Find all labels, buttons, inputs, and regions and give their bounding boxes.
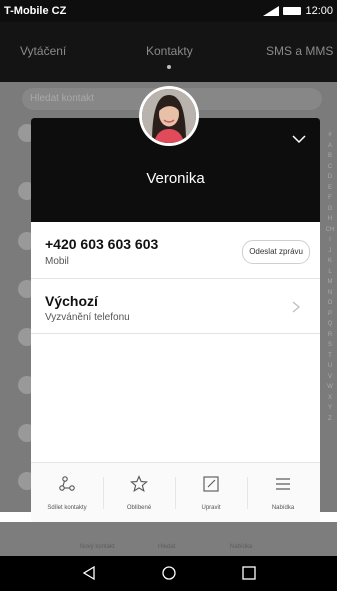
card-action-bar: Sdílet kontakty Oblíbené Upravit Nabídka [31, 462, 320, 522]
clock: 12:00 [305, 5, 333, 17]
alphabet-index-letter[interactable]: F [325, 193, 335, 204]
alphabet-index-letter[interactable]: R [325, 330, 335, 341]
alphabet-index-letter[interactable]: U [325, 361, 335, 372]
new-contact-label: Nový kontakt [80, 544, 115, 550]
alphabet-index[interactable]: # A B C D E F G H CH I J K L M N O P Q R S T U V W X Y Z [325, 130, 335, 424]
menu-icon [276, 478, 290, 490]
tab-bar: Vytáčení Kontakty SMS a MMS [0, 22, 337, 82]
alphabet-index-letter[interactable]: X [325, 393, 335, 404]
menu-label: Nabídka [230, 544, 253, 550]
alphabet-index-letter[interactable]: P [325, 309, 335, 320]
phone-number: +420 603 603 603 [45, 236, 159, 252]
alphabet-index-letter[interactable]: B [325, 151, 335, 162]
phone-row[interactable]: +420 603 603 603 Mobil Odeslat zprávu [31, 222, 320, 279]
search-label: Hledat [158, 544, 176, 550]
alphabet-index-letter[interactable]: CH [325, 225, 335, 236]
share-icon [59, 476, 75, 491]
star-icon [130, 475, 148, 492]
ringtone-title: Výchozí [45, 293, 98, 309]
contact-name: Veronika [146, 170, 205, 187]
alphabet-index-letter[interactable]: I [325, 235, 335, 246]
contact-detail-card: Veronika +420 603 603 603 Mobil Odeslat … [31, 118, 320, 522]
alphabet-index-letter[interactable]: E [325, 183, 335, 194]
tab-messages[interactable]: SMS a MMS [266, 44, 333, 58]
chevron-right-icon [292, 301, 300, 313]
alphabet-index-letter[interactable]: # [325, 130, 335, 141]
share-contacts-button[interactable]: Sdílet kontakty [31, 463, 103, 522]
home-icon[interactable] [160, 564, 178, 582]
contact-photo[interactable] [139, 86, 199, 146]
edit-icon [203, 476, 219, 492]
alphabet-index-letter[interactable]: Q [325, 319, 335, 330]
ringtone-row[interactable]: Výchozí Vyzvánění telefonu [31, 279, 320, 334]
alphabet-index-letter[interactable]: O [325, 298, 335, 309]
battery-icon [283, 7, 302, 15]
favorite-label: Oblíbené [126, 505, 152, 511]
favorite-button[interactable]: Oblíbené [103, 463, 175, 522]
status-bar: T-Mobile CZ 12:00 [0, 0, 337, 22]
menu-label: Nabídka [271, 505, 295, 511]
alphabet-index-letter[interactable]: J [325, 246, 335, 257]
alphabet-index-letter[interactable]: G [325, 204, 335, 215]
alphabet-index-letter[interactable]: N [325, 288, 335, 299]
tab-dialer[interactable]: Vytáčení [20, 44, 66, 58]
carrier-name: T-Mobile CZ [4, 5, 67, 17]
avatar [142, 89, 196, 143]
alphabet-index-letter[interactable]: S [325, 340, 335, 351]
alphabet-index-letter[interactable]: Z [325, 414, 335, 425]
alphabet-index-letter[interactable]: C [325, 162, 335, 173]
alphabet-index-letter[interactable]: D [325, 172, 335, 183]
share-contacts-label: Sdílet kontakty [47, 505, 87, 511]
alphabet-index-letter[interactable]: A [325, 141, 335, 152]
alphabet-index-letter[interactable]: V [325, 372, 335, 383]
send-message-button[interactable]: Odeslat zprávu [242, 240, 310, 264]
navigation-bar [0, 556, 337, 591]
recents-icon[interactable] [240, 564, 258, 582]
alphabet-index-letter[interactable]: H [325, 214, 335, 225]
alphabet-index-letter[interactable]: M [325, 277, 335, 288]
alphabet-index-letter[interactable]: T [325, 351, 335, 362]
alphabet-index-letter[interactable]: W [325, 382, 335, 393]
back-icon[interactable] [80, 564, 98, 582]
alphabet-index-letter[interactable]: K [325, 256, 335, 267]
signal-icon [263, 6, 280, 16]
tab-contacts[interactable]: Kontakty [146, 44, 193, 58]
chevron-down-icon[interactable] [292, 132, 306, 146]
edit-label: Upravit [201, 505, 221, 511]
background-action-bar: Nový kontakt Hledat Nabídka [0, 522, 337, 556]
portrait-image [142, 89, 196, 143]
alphabet-index-letter[interactable]: L [325, 267, 335, 278]
tab-indicator [167, 65, 171, 69]
menu-button[interactable]: Nabídka [247, 463, 319, 522]
edit-button[interactable]: Upravit [175, 463, 247, 522]
ringtone-subtitle: Vyzvánění telefonu [45, 312, 130, 323]
alphabet-index-letter[interactable]: Y [325, 403, 335, 414]
phone-type: Mobil [45, 256, 69, 267]
